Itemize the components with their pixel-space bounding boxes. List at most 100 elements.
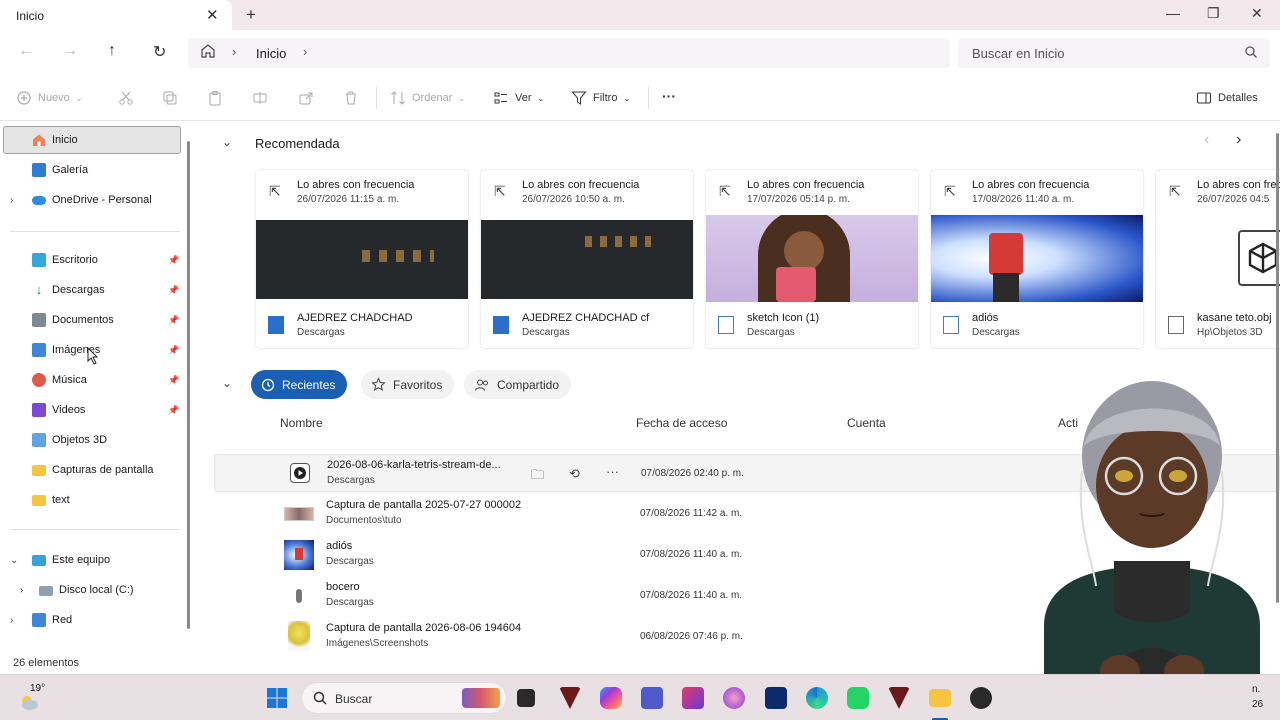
- chevron-down-icon[interactable]: ⌄: [10, 555, 18, 566]
- carousel-next-icon[interactable]: ›: [1236, 131, 1241, 149]
- rename-icon[interactable]: [252, 90, 268, 106]
- pin-icon[interactable]: 📌: [168, 405, 179, 416]
- plus-circle-icon: [17, 91, 31, 105]
- address-bar[interactable]: › Inicio ›: [188, 38, 950, 68]
- sidebar-item-videos[interactable]: Videos 📌: [0, 396, 180, 424]
- sidebar-item-label: Escritorio: [52, 254, 98, 266]
- sidebar-item-text[interactable]: text: [0, 486, 180, 514]
- tab-inicio[interactable]: Inicio ✕: [0, 0, 232, 30]
- details-button[interactable]: Detalles: [1196, 90, 1258, 106]
- tab-compartido[interactable]: Compartido: [464, 370, 572, 399]
- sidebar-item-objetos-3d[interactable]: Objetos 3D: [0, 426, 180, 454]
- share-icon[interactable]: ⟲: [569, 466, 580, 482]
- maximize-button[interactable]: ❐: [1207, 5, 1220, 22]
- column-header-date[interactable]: Fecha de acceso: [636, 416, 727, 430]
- image-file-icon: [718, 316, 734, 334]
- app-icon-red[interactable]: [559, 687, 581, 709]
- recommended-card[interactable]: ⇱ Lo abres con frecuencia 17/07/2026 05:…: [706, 170, 918, 348]
- filter-button[interactable]: Filtro ⌄: [571, 90, 630, 106]
- recommended-card[interactable]: ⇱ Lo abres con frecuencia 26/07/2026 10:…: [481, 170, 693, 348]
- pin-icon[interactable]: 📌: [168, 315, 179, 326]
- open-external-icon: ⇱: [1169, 183, 1181, 199]
- tab-recientes[interactable]: Recientes: [251, 370, 348, 399]
- sidebar-item-red[interactable]: › Red: [0, 606, 180, 634]
- new-button[interactable]: Nuevo ⌄: [16, 90, 83, 106]
- file-name: 2026-08-06-karla-tetris-stream-de...: [327, 459, 501, 471]
- pin-icon[interactable]: 📌: [168, 345, 179, 356]
- sidebar-item-documentos[interactable]: Documentos 📌: [0, 306, 180, 334]
- pin-icon[interactable]: 📌: [168, 255, 179, 266]
- chevron-right-icon[interactable]: ›: [10, 615, 13, 626]
- sort-button[interactable]: Ordenar ⌄: [390, 90, 465, 106]
- new-tab-button[interactable]: +: [246, 5, 256, 25]
- card-reason: Lo abres con frecuencia: [972, 179, 1090, 191]
- up-arrow-icon[interactable]: ↑: [108, 42, 116, 60]
- more-options-button[interactable]: ···: [662, 88, 676, 104]
- card-file-location: Descargas: [747, 327, 795, 338]
- sidebar-item-capturas[interactable]: Capturas de pantalla: [0, 456, 180, 484]
- search-input[interactable]: Buscar en Inicio: [958, 38, 1270, 68]
- task-view-icon[interactable]: [517, 689, 535, 707]
- sidebar-item-galeria[interactable]: Galería: [0, 156, 180, 184]
- chevron-right-icon[interactable]: ›: [10, 195, 13, 206]
- delete-icon[interactable]: [343, 90, 359, 106]
- paste-icon[interactable]: [207, 90, 223, 106]
- view-button[interactable]: Ver ⌄: [493, 90, 544, 106]
- recommended-card[interactable]: ⇱ Lo abres con frecuencia 17/08/2026 11:…: [931, 170, 1143, 348]
- back-arrow-icon[interactable]: ←: [18, 42, 34, 60]
- videos-icon: [32, 403, 46, 417]
- sidebar-item-disco-local[interactable]: › Disco local (C:): [0, 576, 180, 604]
- pictures-icon: [32, 343, 46, 357]
- windows-start-icon[interactable]: [266, 687, 288, 709]
- sidebar-item-descargas[interactable]: ↓ Descargas 📌: [0, 276, 180, 304]
- file-explorer-icon[interactable]: [929, 689, 951, 707]
- recommended-card[interactable]: ⇱ Lo abres con frecuencia 26/07/2026 11:…: [256, 170, 468, 348]
- teams-icon[interactable]: [641, 687, 663, 709]
- pin-icon[interactable]: 📌: [168, 285, 179, 296]
- minimize-button[interactable]: —: [1166, 5, 1180, 21]
- gallery-icon: [32, 163, 46, 177]
- collapse-chevron-icon[interactable]: ⌄: [222, 376, 232, 390]
- sort-label: Ordenar: [412, 92, 453, 104]
- share-icon[interactable]: [298, 90, 314, 106]
- cloud-icon: [32, 196, 46, 205]
- sidebar-item-escritorio[interactable]: Escritorio 📌: [0, 246, 180, 274]
- carousel-prev-icon[interactable]: ‹: [1204, 131, 1209, 149]
- edge-icon[interactable]: [806, 687, 828, 709]
- recommended-card[interactable]: ⇱ Lo abres con frecuencia 26/07/2026 04:…: [1156, 170, 1280, 348]
- refresh-icon[interactable]: ↻: [153, 42, 166, 62]
- clipchamp-icon[interactable]: [682, 687, 704, 709]
- collapse-chevron-icon[interactable]: ⌄: [222, 135, 232, 149]
- obs-icon[interactable]: [970, 687, 992, 709]
- more-options-icon[interactable]: ···: [606, 464, 619, 479]
- disney-plus-icon[interactable]: [765, 687, 787, 709]
- sidebar-scrollbar[interactable]: [187, 141, 190, 629]
- copilot-icon[interactable]: [600, 687, 622, 709]
- filter-icon: [571, 91, 587, 105]
- chevron-right-icon[interactable]: ›: [20, 585, 23, 596]
- column-header-name[interactable]: Nombre: [280, 416, 323, 430]
- sidebar-item-este-equipo[interactable]: ⌄ Este equipo: [0, 546, 180, 574]
- image-file-icon: [943, 316, 959, 334]
- taskbar-search[interactable]: Buscar: [301, 682, 507, 714]
- close-tab-icon[interactable]: ✕: [206, 6, 219, 24]
- sidebar-item-inicio[interactable]: Inicio: [3, 126, 181, 154]
- column-header-account[interactable]: Cuenta: [847, 416, 886, 430]
- breadcrumb[interactable]: Inicio: [256, 46, 286, 61]
- chevron-right-icon[interactable]: ›: [303, 44, 307, 59]
- tab-favoritos[interactable]: Favoritos: [361, 370, 455, 399]
- copy-icon[interactable]: [162, 90, 178, 106]
- sidebar-item-onedrive[interactable]: › OneDrive - Personal: [0, 186, 180, 214]
- home-icon[interactable]: [200, 43, 216, 62]
- open-folder-icon[interactable]: 🗀: [531, 466, 544, 488]
- forward-arrow-icon[interactable]: →: [62, 42, 78, 60]
- whatsapp-icon[interactable]: [847, 687, 869, 709]
- sidebar-item-label: Galería: [52, 164, 89, 176]
- paint-icon[interactable]: [723, 687, 745, 709]
- mouse-cursor-icon: [87, 347, 99, 365]
- pin-icon[interactable]: 📌: [168, 375, 179, 386]
- close-window-button[interactable]: ✕: [1251, 5, 1263, 22]
- app-icon-red[interactable]: [888, 687, 910, 709]
- cut-icon[interactable]: [118, 90, 134, 106]
- sidebar-item-musica[interactable]: Música 📌: [0, 366, 180, 394]
